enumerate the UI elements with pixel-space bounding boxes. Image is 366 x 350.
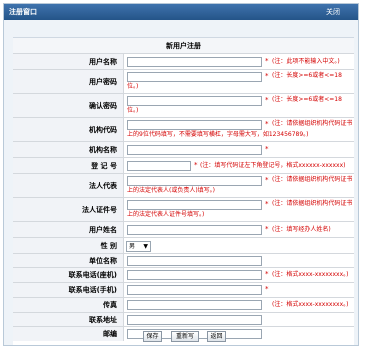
row-confirm-password: 确认密码 * (注：长度>=6或者<=18 位。) [13,94,354,118]
row-legal-rep: 法人代表 * (注：请依据组织机构代码证书 上的法定代表人(或负责人)填写。) [13,174,354,198]
reset-button[interactable]: 重新写 [171,331,199,342]
username-label: 用户名称 [13,54,124,69]
password-note-line1: (注：长度>=6或者<=18 [272,72,342,79]
row-username: 用户名称 * (注：此项不能输入中文。) [13,54,354,70]
password-input[interactable] [127,72,262,82]
org-code-label: 机构代码 [13,118,124,141]
required-mark: * [265,270,269,278]
legal-rep-note-line2: 上的法定代表人(或负责人)填写。) [127,187,216,194]
row-org-code: 机构代码 * (注：请依据组织机构代码证书 上的9位代码填写，不需要填写横杠，字… [13,118,354,142]
row-gender: 性 别 男 ▼ [13,238,354,254]
required-mark: * [265,285,269,293]
username-note: (注：此项不能输入中文。) [272,58,340,65]
form-section-title: 新用户注册 [13,38,354,54]
legal-id-note-line2: 上的法定代表人证件号填写。) [127,211,205,218]
row-phone: 联系电话(座机) * (注：格式xxxx-xxxxxxxx。) [13,268,354,283]
confirm-password-label: 确认密码 [13,94,124,117]
close-link[interactable]: 关闭 [326,7,340,17]
required-mark: * [265,225,269,233]
org-name-input[interactable] [127,145,262,155]
address-label: 联系地址 [13,313,124,326]
password-note-line2: 位。) [127,83,139,90]
phone-note: (注：格式xxxx-xxxxxxxx。) [272,271,349,278]
row-mobile: 联系电话(手机) * [13,283,354,298]
legal-rep-note-line1: (注：请依据组织机构代码证书 [272,176,353,183]
confirm-password-input[interactable] [127,96,262,106]
row-unit-name: 单位名称 [13,254,354,268]
org-code-note-line2: 上的9位代码填写，不需要填写横杠，字母需大写，如123456789。) [127,131,309,138]
row-fax: 传真 (注：格式xxxx-xxxxxxxx。) [13,298,354,313]
row-password: 用户密码 * (注：长度>=6或者<=18 位。) [13,70,354,94]
gender-select[interactable]: 男 ▼ [126,241,151,252]
mobile-input[interactable] [127,285,262,295]
back-button[interactable]: 返回 [207,331,226,342]
required-mark: * [265,145,269,153]
legal-id-label: 法人证件号 [13,198,124,221]
row-org-name: 机构名称 * [13,142,354,158]
form-buttons: 保存 重新写 返回 [13,329,354,343]
org-code-note-line1: (注：请依据组织机构代码证书 [272,120,353,127]
required-mark: * [265,72,269,80]
row-reg-no: 登 记 号 * (注：填写代码证左下角登记号，格式xxxxxx-xxxxxx) [13,158,354,174]
reg-no-label: 登 记 号 [13,158,124,173]
user-real-name-note: (注：填写经办人姓名) [272,226,331,233]
confirm-password-note-line1: (注：长度>=6或者<=18 [272,96,342,103]
gender-label: 性 别 [13,238,124,253]
unit-name-input[interactable] [127,256,262,266]
window-titlebar: 注册窗口 关闭 [4,4,358,20]
fax-input[interactable] [127,300,262,310]
password-label: 用户密码 [13,70,124,93]
chevron-down-icon: ▼ [143,243,148,250]
row-legal-id: 法人证件号 * (注：请依据组织机构代码证书 上的法定代表人证件号填写。) [13,198,354,222]
required-mark: * [265,57,269,65]
mobile-label: 联系电话(手机) [13,283,124,297]
unit-name-label: 单位名称 [13,254,124,267]
required-mark: * [265,120,269,128]
reg-no-input[interactable] [127,161,191,171]
required-mark: * [265,176,269,184]
fax-label: 传真 [13,298,124,312]
required-mark: * [194,161,198,169]
legal-id-note-line1: (注：请依据组织机构代码证书 [272,200,353,207]
legal-rep-label: 法人代表 [13,174,124,197]
window-title: 注册窗口 [9,8,37,16]
user-real-name-label: 用户姓名 [13,222,124,237]
save-button[interactable]: 保存 [143,331,162,342]
legal-id-input[interactable] [127,200,262,210]
registration-window: 注册窗口 关闭 新用户注册 用户名称 * (注：此项不能输入中文。) 用户密码 … [3,3,359,346]
phone-label: 联系电话(座机) [13,268,124,282]
gender-select-value: 男 [129,243,136,250]
reg-no-note: (注：填写代码证左下角登记号，格式xxxxxx-xxxxxx) [200,162,346,169]
registration-form: 新用户注册 用户名称 * (注：此项不能输入中文。) 用户密码 * (注：长度>… [13,37,354,345]
legal-rep-input[interactable] [127,176,262,186]
row-address: 联系地址 [13,313,354,327]
phone-input[interactable] [127,270,262,280]
org-name-label: 机构名称 [13,142,124,157]
confirm-password-note-line2: 位。) [127,107,139,114]
org-code-input[interactable] [127,120,262,130]
row-user-real-name: 用户姓名 * (注：填写经办人姓名) [13,222,354,238]
username-input[interactable] [127,57,262,67]
fax-note: (注：格式xxxx-xxxxxxxx。) [272,301,349,308]
address-input[interactable] [127,315,262,325]
required-mark: * [265,200,269,208]
required-mark: * [265,96,269,104]
user-real-name-input[interactable] [127,225,262,235]
